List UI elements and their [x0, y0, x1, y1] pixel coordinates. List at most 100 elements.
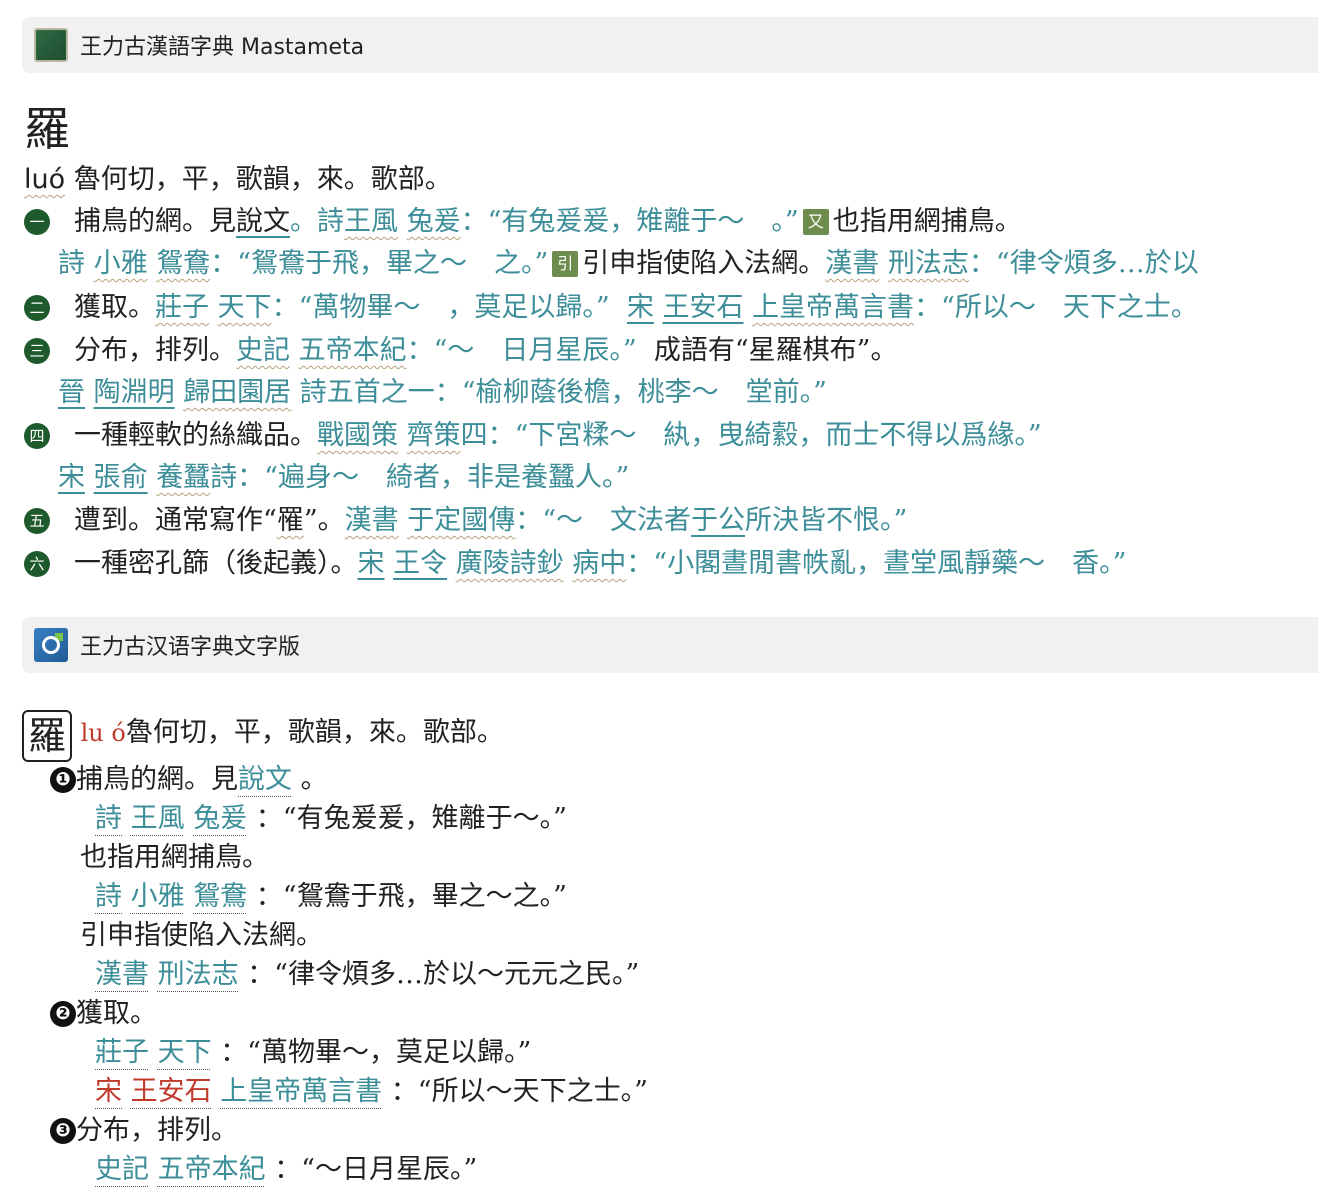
quotation: ：“小閣晝閒書帙亂，晝堂風靜藥～ 香。”	[626, 548, 1127, 579]
quotation: ：“律令煩多…於以～元元之民。”	[247, 959, 640, 990]
entry2-citation: 詩 王風 兔爰 ：“有兔爰爰，雉離于～。”	[95, 801, 567, 837]
dictionary-header-text-edition[interactable]: 王力古汉语字典文字版	[22, 617, 1318, 673]
quotation: ：“鴛鴦于飛，畢之～ 之。”	[210, 248, 549, 279]
sense-number-badge: 一	[24, 209, 50, 235]
source-link[interactable]: 說文	[236, 206, 290, 237]
definition-text: 分布，排列。	[74, 335, 236, 366]
fanqie: 魯何切，平，歌韻，來。歌部。	[125, 717, 504, 748]
quotation: ：“律令煩多…於以	[968, 248, 1199, 279]
sense-4-continued: 宋 張俞 養蠶詩：“遍身～ 綺者，非是養蠶人。”	[58, 460, 629, 496]
source-link[interactable]: 刑法志	[888, 248, 969, 279]
source-link[interactable]: 漢書	[345, 505, 399, 536]
source-link[interactable]: 宋	[95, 1076, 122, 1107]
sense-number-badge: 三	[24, 338, 50, 364]
quotation: ：“～ 日月星辰。”	[406, 335, 637, 366]
source-link[interactable]: 宋	[58, 462, 85, 493]
definition-text: 一種輕軟的絲織品。	[74, 420, 317, 451]
source-link[interactable]: 于公	[691, 505, 745, 536]
source-link[interactable]: 戰國策	[317, 420, 398, 451]
sense-6: 六一種密孔篩（後起義）。宋 王令 廣陵詩鈔 病中：“小閣晝閒書帙亂，晝堂風靜藥～…	[24, 546, 1126, 582]
source-link[interactable]: 王令	[393, 548, 447, 579]
source-link[interactable]: 歸田園居	[183, 377, 291, 408]
source-link[interactable]: 王風	[131, 803, 185, 834]
source-link[interactable]: 上皇帝萬言書	[752, 292, 914, 323]
sense-1: 一捕鳥的網。見說文。詩王風 兔爰：“有兔爰爰，雉離于～ 。” 又也指用網捕鳥。	[24, 204, 1022, 240]
sense-number-badge: 二	[24, 295, 50, 321]
source-link[interactable]: 小雅	[94, 248, 148, 279]
sense-2: 二獲取。莊子 天下：“萬物畢～ ，莫足以歸。” 宋 王安石 上皇帝萬言書：“所以…	[24, 290, 1198, 326]
search-app-icon	[34, 628, 68, 662]
source-link[interactable]: 養蠶	[156, 462, 210, 493]
definition-text: 獲取。	[76, 998, 157, 1029]
source-link[interactable]: 宋	[627, 292, 654, 323]
entry2-citation: 莊子 天下 ：“萬物畢～，莫足以歸。”	[95, 1035, 531, 1071]
source-link[interactable]: 陶淵明	[94, 377, 175, 408]
source-link[interactable]: 漢書	[825, 248, 879, 279]
source-link[interactable]: 天下	[158, 1037, 212, 1068]
source-link[interactable]: 說文	[238, 764, 292, 795]
variant-character[interactable]: 罹	[277, 505, 304, 536]
definition-text: ”。	[303, 505, 345, 536]
quotation: ：“有兔爰爰，雉離于～。”	[255, 803, 567, 834]
source-link[interactable]: 史記	[95, 1154, 149, 1185]
definition-text: 遭到。通常寫作“	[74, 505, 277, 536]
entry2-sense-3: ❸ 分布，排列。	[50, 1113, 238, 1149]
definition-text: 成語有“星羅棋布”。	[653, 335, 898, 366]
source-link[interactable]: 宋	[358, 548, 385, 579]
source-link[interactable]: 小雅	[131, 881, 185, 912]
source-link[interactable]: 張俞	[94, 462, 148, 493]
source-link[interactable]: 兔爰	[193, 803, 247, 834]
quotation: 詩：“遍身～ 綺者，非是養蠶人。”	[210, 462, 630, 493]
entry2-citation: 史記 五帝本紀 ：“～日月星辰。”	[95, 1152, 477, 1188]
source-link[interactable]: 于定國傳	[407, 505, 515, 536]
sense-3-continued: 晉 陶淵明 歸田園居 詩五首之一：“榆柳蔭後檐，桃李～ 堂前。”	[58, 375, 827, 411]
source-link[interactable]: 王安石	[662, 292, 743, 323]
sense-1-continued: 詩 小雅 鴛鴦：“鴛鴦于飛，畢之～ 之。” 引引申指使陷入法網。漢書 刑法志：“律…	[58, 246, 1199, 282]
quotation: 所決皆不恨。”	[745, 505, 908, 536]
source-link[interactable]: 王安石	[131, 1076, 212, 1107]
sense-3: 三分布，排列。史記 五帝本紀：“～ 日月星辰。” 成語有“星羅棋布”。	[24, 333, 897, 369]
source-link[interactable]: 五帝本紀	[158, 1154, 266, 1185]
source-link[interactable]: 詩	[95, 881, 122, 912]
pronunciation-line: luó 魯何切，平，歌韻，來。歌部。	[24, 162, 452, 198]
headword: 羅	[24, 102, 70, 156]
source-link[interactable]: 天下	[218, 292, 272, 323]
definition-text: 捕鳥的網。見	[74, 206, 236, 237]
dictionary-header-mastameta[interactable]: 王力古漢語字典 Mastameta	[22, 17, 1318, 73]
entry2-sense-1: ❶ 捕鳥的網。見說文 。	[50, 762, 328, 798]
source-link[interactable]: 漢書	[95, 959, 149, 990]
sense-number-icon: ❸	[50, 1118, 76, 1144]
quotation: ：“所以～天下之士。”	[390, 1076, 648, 1107]
source-link[interactable]: 鴛鴦	[156, 248, 210, 279]
source-link[interactable]: 王風	[344, 206, 398, 237]
source-link[interactable]: 鴛鴦	[193, 881, 247, 912]
source-link[interactable]: 詩	[95, 803, 122, 834]
source-link[interactable]: 莊子	[95, 1037, 149, 1068]
dictionary-title: 王力古汉语字典文字版	[80, 635, 301, 660]
source-link[interactable]: 晉	[58, 377, 85, 408]
source-link[interactable]: 病中	[572, 548, 626, 579]
sense-number-icon: ❷	[50, 1001, 76, 1027]
source-link[interactable]: 兔爰	[407, 206, 461, 237]
source-link[interactable]: 。詩	[290, 206, 344, 237]
source-link[interactable]: 齊策	[407, 420, 461, 451]
source-link[interactable]: 莊子	[155, 292, 209, 323]
tag-you-icon: 又	[802, 209, 829, 235]
fanqie: 魯何切，平，歌韻，來。歌部。	[73, 164, 452, 195]
entry2-definition: 引申指使陷入法網。	[80, 920, 323, 951]
quotation: ：“～日月星辰。”	[274, 1154, 478, 1185]
sense-number-badge: 六	[24, 551, 50, 577]
punctuation: 。	[292, 764, 328, 795]
source-link[interactable]: 五帝本紀	[299, 335, 407, 366]
source-link[interactable]: 史記	[236, 335, 290, 366]
source-link[interactable]: 上皇帝萬言書	[220, 1076, 382, 1107]
pinyin: lu ó	[80, 719, 126, 747]
sense-4: 四一種輕軟的絲織品。戰國策 齊策四：“下宮糅～ 紈，曳綺縠，而士不得以爲緣。”	[24, 418, 1042, 454]
pinyin: luó	[24, 164, 66, 195]
definition-text: 引申指使陷入法網。	[582, 248, 826, 279]
source-link[interactable]: 詩	[58, 248, 85, 279]
source-link[interactable]: 刑法志	[158, 959, 239, 990]
source-link[interactable]: 廣陵詩鈔	[456, 548, 564, 579]
sense-number-badge: 四	[24, 423, 50, 449]
definition-text: 也指用網捕鳥。	[832, 206, 1022, 237]
